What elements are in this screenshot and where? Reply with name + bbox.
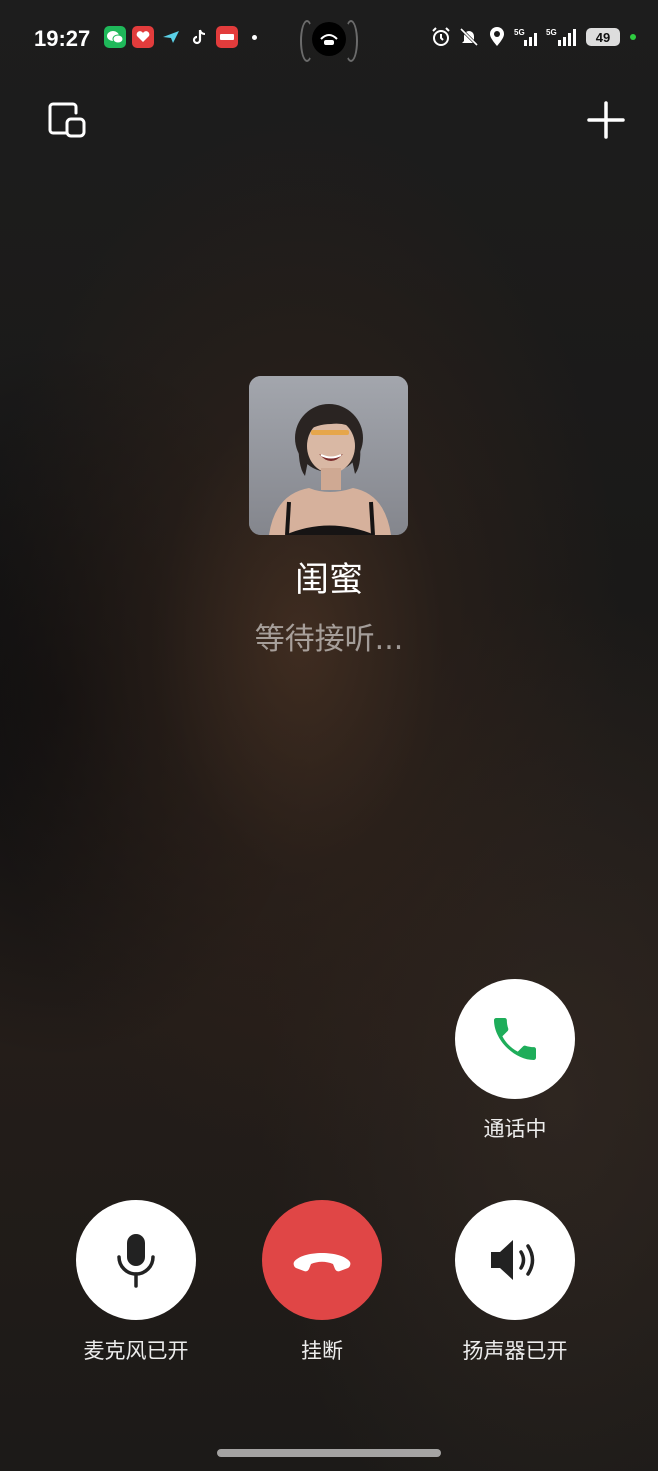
speaker-button[interactable] [455,1200,575,1320]
app-icon [216,26,238,48]
speaker-icon [491,1240,535,1280]
location-icon [486,26,508,48]
hang-up-icon [293,1253,351,1272]
dynamic-island [300,20,358,62]
status-time: 19:27 [34,26,91,51]
call-island-icon [312,22,346,56]
tiktok-icon [188,26,210,48]
alarm-icon [430,26,452,48]
add-participant-button[interactable] [582,96,630,144]
home-indicator[interactable] [217,1449,441,1457]
contact-name: 闺蜜 [295,560,363,600]
mute-icon [458,26,480,48]
5g-signal-icon: 5G [546,26,580,48]
speaker-label: 扬声器已开 [462,1339,568,1363]
privacy-dot [630,34,636,40]
microphone-label: 麦克风已开 [83,1339,189,1363]
send-icon [160,26,182,48]
5g-signal-icon: 5G [514,26,540,48]
avatar [249,376,408,535]
hang-up-button[interactable] [262,1200,382,1320]
svg-text:5G: 5G [514,28,525,37]
call-in-progress-label: 通话中 [483,1117,547,1141]
plus-icon [587,101,625,139]
more-notifications-dot [252,34,257,40]
hang-up-label: 挂断 [301,1339,343,1363]
wechat-icon [104,26,126,48]
battery-indicator: 49 [586,28,620,46]
minimize-call-button[interactable] [42,96,90,144]
status-bar: 19:27 5G 5G 49 [0,0,658,80]
message-icon [132,26,154,48]
microphone-button[interactable] [76,1200,196,1320]
call-status: 等待接听... [254,622,404,657]
microphone-icon [117,1234,155,1288]
status-indicators: 5G 5G 49 [430,26,636,48]
contact-photo [249,376,408,535]
notification-icons [104,26,257,48]
svg-text:5G: 5G [546,28,557,37]
call-in-progress-button[interactable] [455,979,575,1099]
floating-window-icon [48,102,86,138]
phone-icon [494,1018,536,1060]
